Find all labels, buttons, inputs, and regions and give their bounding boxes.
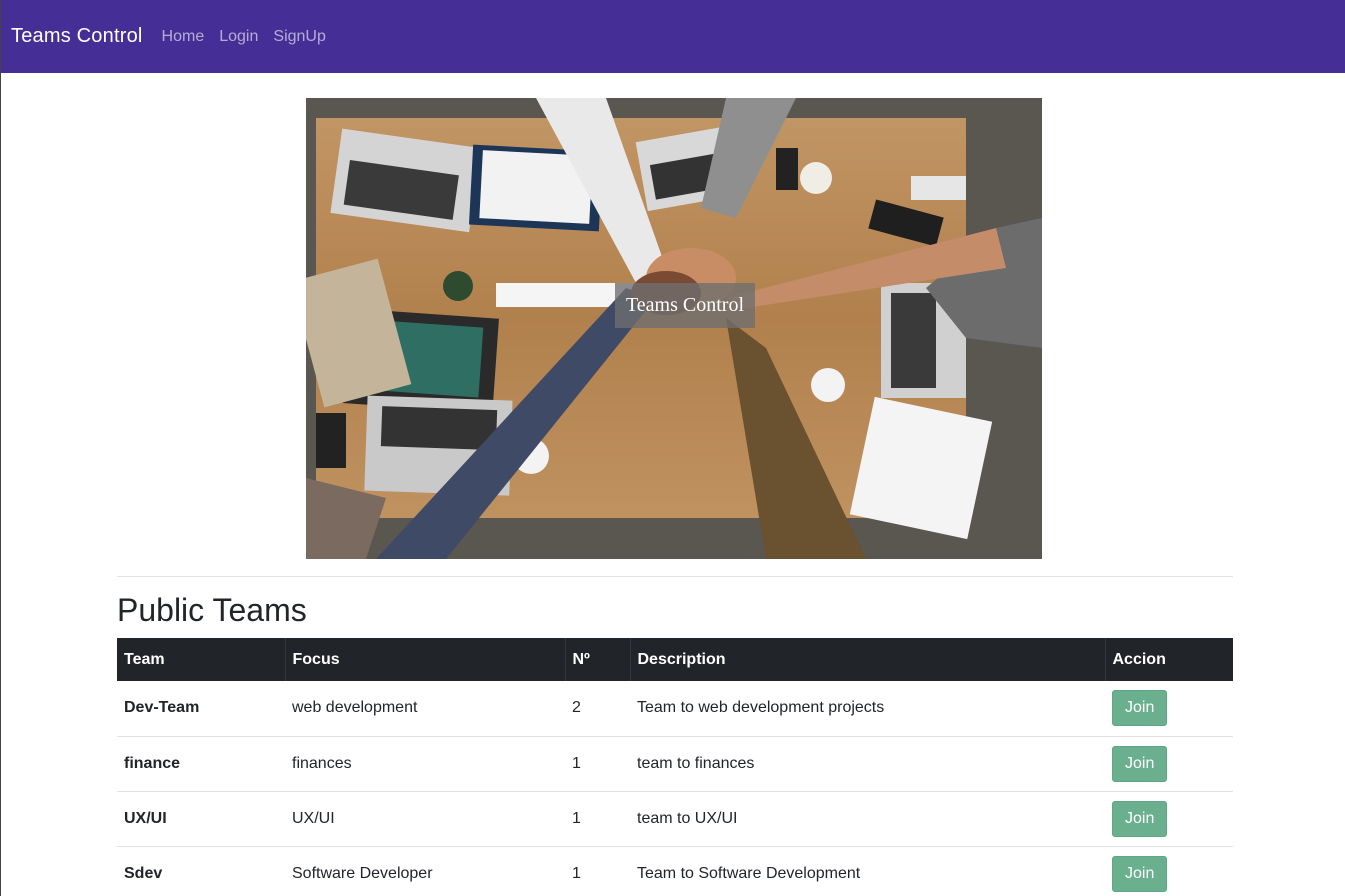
column-header-description: Description: [629, 638, 1105, 681]
nav-link-login[interactable]: Login: [219, 28, 258, 46]
table-row: UX/UI UX/UI 1 team to UX/UI Join: [117, 791, 1233, 847]
section-divider: [117, 576, 1233, 577]
column-header-focus: Focus: [284, 638, 565, 681]
team-description: Team to Software Development: [630, 846, 1105, 896]
team-description: Team to web development projects: [630, 681, 1105, 737]
join-button[interactable]: Join: [1112, 855, 1168, 892]
table-row: Dev-Team web development 2 Team to web d…: [117, 681, 1233, 737]
team-focus: web development: [285, 681, 565, 737]
hero-image: Teams Control: [306, 98, 1042, 559]
column-header-action: Accion: [1104, 638, 1233, 681]
join-button[interactable]: Join: [1112, 800, 1168, 837]
table-header-row: Team Focus Nº Description Accion: [117, 638, 1233, 681]
team-action-cell: Join: [1105, 681, 1233, 737]
team-member-count: 1: [565, 846, 630, 896]
nav-link-signup[interactable]: SignUp: [273, 28, 325, 46]
table-row: Sdev Software Developer 1 Team to Softwa…: [117, 846, 1233, 896]
page-title: Public Teams: [117, 592, 307, 628]
table-row: finance finances 1 team to finances Join: [117, 736, 1233, 792]
teamwork-photo: [306, 98, 1042, 559]
hero-caption: Teams Control: [615, 283, 755, 328]
teams-table: Team Focus Nº Description Accion Dev-Tea…: [117, 638, 1233, 896]
navbar: Teams Control Home Login SignUp: [1, 0, 1345, 73]
team-member-count: 2: [565, 681, 630, 737]
column-header-team: Team: [117, 638, 285, 681]
nav-link-home[interactable]: Home: [162, 28, 205, 46]
team-action-cell: Join: [1105, 736, 1233, 792]
column-header-number: Nº: [564, 638, 630, 681]
team-action-cell: Join: [1105, 791, 1233, 847]
team-member-count: 1: [565, 791, 630, 847]
team-name: Dev-Team: [117, 681, 285, 737]
team-name: Sdev: [117, 846, 285, 896]
join-button[interactable]: Join: [1112, 745, 1168, 782]
team-focus: Software Developer: [285, 846, 565, 896]
team-description: team to finances: [630, 736, 1105, 792]
join-button[interactable]: Join: [1112, 690, 1168, 727]
team-member-count: 1: [565, 736, 630, 792]
team-focus: UX/UI: [285, 791, 565, 847]
team-description: team to UX/UI: [630, 791, 1105, 847]
team-action-cell: Join: [1105, 846, 1233, 896]
team-name: UX/UI: [117, 791, 285, 847]
team-focus: finances: [285, 736, 565, 792]
team-name: finance: [117, 736, 285, 792]
brand-link[interactable]: Teams Control: [11, 25, 143, 48]
